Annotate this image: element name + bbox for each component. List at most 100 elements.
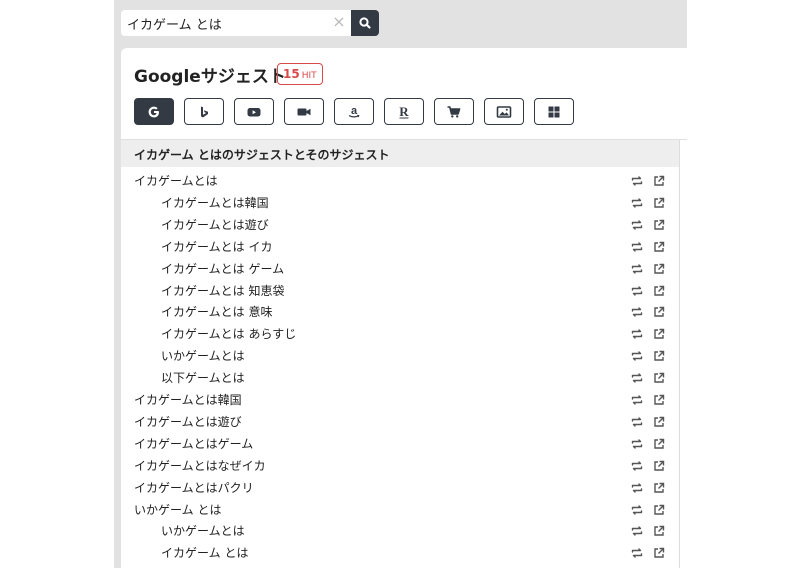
resuggest-icon[interactable] [630,458,644,477]
external-link-icon[interactable] [652,436,666,455]
list-item-label[interactable]: イカゲームとは遊び [134,413,242,430]
external-link-icon[interactable] [652,326,666,345]
list-item-label[interactable]: イカゲームとはなぜイカ [134,457,266,474]
search-button[interactable] [351,10,379,36]
google-icon [148,106,159,117]
resuggest-icon[interactable] [630,261,644,280]
bing-icon [201,106,208,117]
tab-google[interactable] [134,98,174,125]
svg-text:R: R [399,104,409,119]
external-link-icon[interactable] [652,370,666,389]
external-link-icon[interactable] [652,217,666,236]
external-link-icon[interactable] [652,480,666,499]
external-link-icon[interactable] [652,261,666,280]
hit-count: 15 [283,67,300,81]
tab-video[interactable] [284,98,324,125]
resuggest-icon[interactable] [630,545,644,564]
resuggest-icon[interactable] [630,523,644,542]
resuggest-icon[interactable] [630,239,644,258]
list-item-label[interactable]: 以下ゲームとは [161,369,245,386]
resuggest-icon[interactable] [630,436,644,455]
external-link-icon[interactable] [652,502,666,521]
list-item-label[interactable]: いかゲーム とは [134,501,221,518]
tab-all[interactable] [534,98,574,125]
resuggest-icon[interactable] [630,414,644,433]
list-header: イカゲーム とはのサジェストとそのサジェスト [121,140,679,167]
resuggest-icon[interactable] [630,348,644,367]
hit-unit: HIT [301,71,317,81]
resuggest-icon[interactable] [630,370,644,389]
list-item-label[interactable]: イカゲームとは ゲーム [161,260,284,277]
svg-text:a: a [351,105,358,117]
shopping-cart-icon [447,105,461,118]
external-link-icon[interactable] [652,239,666,258]
list-item[interactable]: イカゲームとは韓国 [121,388,679,410]
external-link-icon[interactable] [652,173,666,192]
list-item[interactable]: イカゲームとは韓国 [121,191,679,213]
resuggest-icon[interactable] [630,217,644,236]
list-item-label[interactable]: イカゲームとは [134,172,218,189]
list-item[interactable]: イカゲーム とは [121,541,679,563]
resuggest-icon[interactable] [630,173,644,192]
list-item[interactable]: いかゲームとは [121,519,679,541]
list-item-label[interactable]: イカゲームとは韓国 [161,194,269,211]
tab-shopping[interactable] [434,98,474,125]
list-item-label[interactable]: イカゲームとは イカ [161,238,272,255]
external-link-icon[interactable] [652,304,666,323]
list-item[interactable]: イカゲームとは 意味 [121,300,679,322]
list-item[interactable]: イカゲームとは 知恵袋 [121,279,679,301]
external-link-icon[interactable] [652,283,666,302]
resuggest-icon[interactable] [630,326,644,345]
resuggest-icon[interactable] [630,480,644,499]
list-item-label[interactable]: イカゲーム とは [161,544,248,561]
list-item[interactable]: いかゲームとは [121,344,679,366]
list-item[interactable]: イカゲームとは イカ [121,235,679,257]
resuggest-icon[interactable] [630,283,644,302]
list-item-label[interactable]: イカゲームとは あらすじ [161,325,296,342]
external-link-icon[interactable] [652,348,666,367]
resuggest-icon[interactable] [630,392,644,411]
search-input[interactable]: イカゲーム とは [121,10,351,36]
tab-rakuten[interactable]: R [384,98,424,125]
search-icon [359,17,371,29]
list-item-label[interactable]: イカゲームとは 意味 [161,303,272,320]
grid-icon [548,106,560,117]
external-link-icon[interactable] [652,392,666,411]
list-item-label[interactable]: イカゲームとは韓国 [134,391,242,408]
suggestion-list: イカゲーム とはのサジェストとそのサジェスト イカゲームとは イカゲームとは韓国イ… [121,140,680,568]
image-icon [496,105,512,118]
list-item[interactable]: 以下ゲームとは [121,366,679,388]
list-item[interactable]: イカゲームとは遊び [121,213,679,235]
list-item[interactable]: イカゲームとは ゲーム [121,257,679,279]
list-item-label[interactable]: イカゲームとはゲーム [134,435,253,452]
resuggest-icon[interactable] [630,304,644,323]
list-item-label[interactable]: イカゲームとは 知恵袋 [161,282,284,299]
video-camera-icon [297,108,311,115]
rakuten-icon: R [399,104,409,119]
external-link-icon[interactable] [652,545,666,564]
list-item[interactable]: イカゲームとは あらすじ [121,322,679,344]
panel-title: Googleサジェスト [134,67,286,87]
resuggest-icon[interactable] [630,195,644,214]
external-link-icon[interactable] [652,195,666,214]
list-item[interactable]: イカゲームとはパクリ [121,476,679,498]
list-header-text: イカゲーム とはのサジェストとそのサジェスト [134,148,390,162]
list-item[interactable]: イカゲームとはゲーム [121,432,679,454]
list-item-label[interactable]: いかゲームとは [161,347,245,364]
list-item-label[interactable]: イカゲームとはパクリ [134,479,254,496]
external-link-icon[interactable] [652,458,666,477]
external-link-icon[interactable] [652,414,666,433]
tab-youtube[interactable] [234,98,274,125]
list-item[interactable]: イカゲームとはなぜイカ [121,454,679,476]
tab-amazon[interactable]: a [334,98,374,125]
resuggest-icon[interactable] [630,502,644,521]
tab-images[interactable] [484,98,524,125]
external-link-icon[interactable] [652,523,666,542]
tab-bing[interactable] [184,98,224,125]
list-item[interactable]: いかゲーム とは [121,498,679,520]
list-item-label[interactable]: いかゲームとは [161,522,245,539]
list-item[interactable]: イカゲームとは遊び [121,410,679,432]
list-item[interactable]: イカゲームとは [121,169,679,191]
clear-search-icon[interactable]: × [331,14,347,30]
list-item-label[interactable]: イカゲームとは遊び [161,216,269,233]
